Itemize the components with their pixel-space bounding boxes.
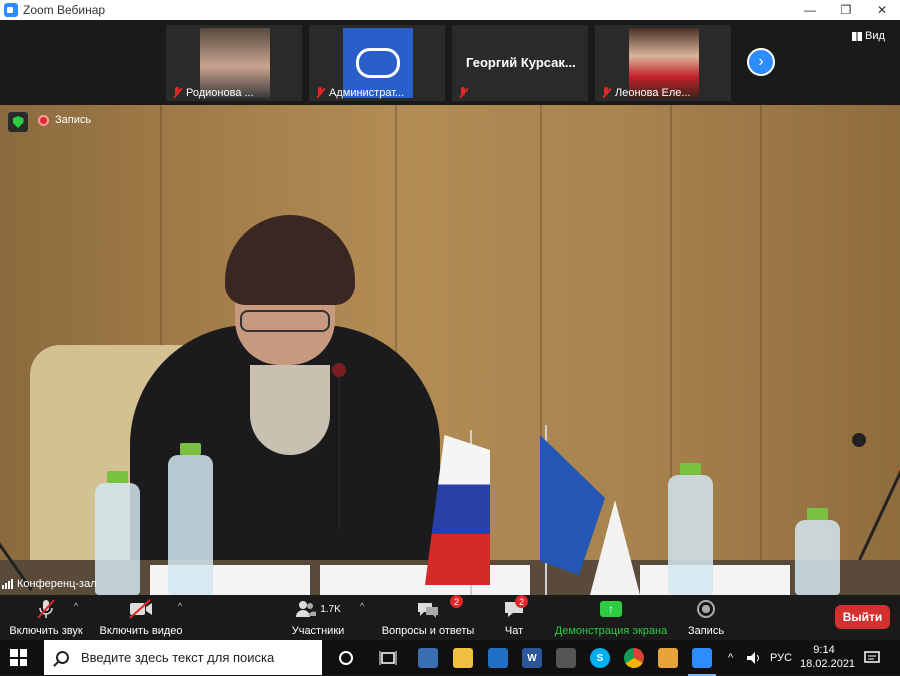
video-options-caret-icon[interactable]: ^ <box>178 601 182 611</box>
record-icon <box>697 600 715 618</box>
view-button[interactable]: Вид <box>852 30 885 42</box>
blue-flag <box>540 435 605 575</box>
muted-mic-icon <box>172 87 182 99</box>
video-off-icon <box>128 597 154 621</box>
grid-view-icon <box>852 31 862 41</box>
volume-icon[interactable] <box>746 640 762 675</box>
nameplate <box>320 565 530 595</box>
unmute-label: Включить звук <box>9 625 83 637</box>
water-bottle <box>168 443 213 595</box>
file-explorer-icon[interactable] <box>453 648 473 668</box>
participants-icon <box>296 601 317 617</box>
security-shield-icon[interactable] <box>8 112 28 132</box>
zoom-taskbar-icon[interactable] <box>688 648 716 676</box>
participant-tile[interactable]: Леонова Еле... <box>595 25 731 101</box>
windows-start-icon[interactable] <box>10 649 27 666</box>
share-screen-button[interactable]: ↑ Демонстрация экрана <box>554 597 668 637</box>
muted-microphone-icon <box>35 597 57 621</box>
next-page-arrow-icon[interactable]: › <box>747 48 775 76</box>
task-view-icon[interactable] <box>378 648 398 668</box>
notifications-icon[interactable] <box>864 640 880 675</box>
qa-button[interactable]: 2 Вопросы и ответы <box>381 595 475 637</box>
recording-indicator[interactable]: Запись <box>38 114 91 126</box>
chat-button[interactable]: 2 Чат <box>500 595 528 637</box>
participant-display-name: Георгий Курсак... <box>466 55 576 70</box>
participant-tile[interactable]: Георгий Курсак... <box>452 25 588 101</box>
meeting-toolbar: Включить звук ^ Включить видео ^ 1.7K Уч… <box>0 595 900 640</box>
chat-label: Чат <box>504 625 524 637</box>
search-placeholder: Введите здесь текст для поиска <box>81 650 275 665</box>
clock-date: 18.02.2021 <box>800 658 856 670</box>
start-video-button[interactable]: Включить видео <box>99 597 183 637</box>
close-button[interactable]: ✕ <box>864 0 900 20</box>
zoom-app-icon <box>4 3 18 17</box>
ruler-app-icon[interactable] <box>488 648 508 668</box>
maximize-button[interactable]: ❐ <box>828 0 864 20</box>
clock[interactable]: 9:14 18.02.2021 <box>800 643 856 671</box>
speaker-label: Конференц-зал <box>2 578 97 590</box>
muted-mic-icon <box>458 87 468 99</box>
search-icon <box>56 651 69 664</box>
water-bottle <box>795 508 840 595</box>
language-indicator[interactable]: РУС <box>770 640 792 675</box>
muted-mic-icon <box>315 87 325 99</box>
participant-name: Родионова ... <box>186 87 254 99</box>
record-label: Запись <box>687 625 725 637</box>
water-bottle <box>95 471 140 595</box>
leave-button[interactable]: Выйти <box>835 605 890 629</box>
muted-mic-icon <box>601 87 611 99</box>
recording-label: Запись <box>55 114 92 126</box>
tray-chevron-icon[interactable]: ^ <box>728 640 733 675</box>
speaker-video <box>0 105 900 595</box>
microphone <box>858 450 900 561</box>
unmute-button[interactable]: Включить звук <box>8 597 84 637</box>
share-arrow-icon: ↑ <box>600 601 622 617</box>
clock-time: 9:14 <box>813 644 835 656</box>
qa-label: Вопросы и ответы <box>381 625 475 637</box>
nameplate <box>640 565 790 595</box>
cortana-icon[interactable] <box>336 648 356 668</box>
signal-bars-icon <box>2 579 13 589</box>
speaker-name: Конференц-зал <box>17 578 97 590</box>
chat-badge: 2 <box>515 595 528 608</box>
window-titlebar: Zoom Вебинар — ❐ ✕ <box>0 0 900 20</box>
participant-name: Леонова Еле... <box>615 87 691 99</box>
word-icon[interactable]: W <box>522 648 542 668</box>
participants-count: 1.7K <box>320 603 341 615</box>
window-title: Zoom Вебинар <box>23 3 106 17</box>
glasses <box>240 310 330 332</box>
minimize-button[interactable]: — <box>792 0 828 20</box>
windows-taskbar: Введите здесь текст для поиска W S ^ РУС… <box>0 640 900 676</box>
start-video-label: Включить видео <box>99 625 183 637</box>
water-bottle <box>668 463 713 595</box>
participant-tile[interactable]: Родионова ... <box>166 25 302 101</box>
qa-icon <box>418 603 438 618</box>
view-label: Вид <box>865 30 885 42</box>
qa-badge: 2 <box>450 595 463 608</box>
app-laptop-icon[interactable] <box>418 648 438 668</box>
participants-button[interactable]: 1.7K Участники <box>290 597 346 637</box>
participant-strip: Родионова ... Администрат... Георгий Кур… <box>0 20 900 105</box>
taskbar-search[interactable]: Введите здесь текст для поиска <box>44 640 322 675</box>
media-player-icon[interactable] <box>658 648 678 668</box>
record-button[interactable]: Запись <box>688 597 724 637</box>
recording-dot-icon <box>38 114 49 126</box>
share-screen-label: Демонстрация экрана <box>554 625 668 637</box>
calculator-icon[interactable] <box>556 648 576 668</box>
audio-options-caret-icon[interactable]: ^ <box>74 601 78 611</box>
skype-icon[interactable]: S <box>590 648 610 668</box>
participant-tile[interactable]: Администрат... <box>309 25 445 101</box>
participants-label: Участники <box>291 625 345 637</box>
participants-caret-icon[interactable]: ^ <box>360 601 364 611</box>
participant-name: Администрат... <box>329 87 405 99</box>
chrome-icon[interactable] <box>624 648 644 668</box>
microphone <box>338 370 341 530</box>
